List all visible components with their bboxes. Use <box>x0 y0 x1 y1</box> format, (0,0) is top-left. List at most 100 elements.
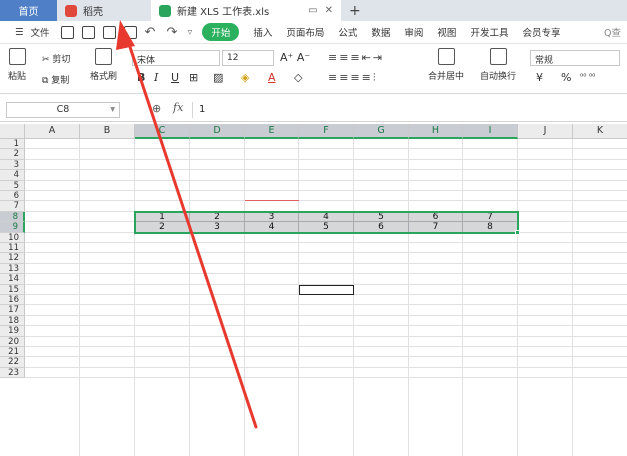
select-all-corner[interactable] <box>0 124 25 139</box>
row-header-19[interactable]: 19 <box>0 326 25 337</box>
row-header-18[interactable]: 18 <box>0 315 25 327</box>
column-header-a[interactable]: A <box>25 124 80 139</box>
formula-input[interactable]: 1 <box>192 102 622 118</box>
row-header-3[interactable]: 3 <box>0 159 25 171</box>
row-header-4[interactable]: 4 <box>0 170 25 181</box>
spreadsheet-grid[interactable]: A B C D E F G H I J K 1 2 3 4 5 6 7 8 9 10 11 12 13 14 15 16 17 18 19… <box>0 124 627 456</box>
export-pdf-icon[interactable] <box>81 25 95 39</box>
menu-member[interactable]: 会员专享 <box>515 25 567 39</box>
row-header-6[interactable]: 6 <box>0 191 25 202</box>
grid-vline <box>408 139 409 456</box>
add-tab-button[interactable]: + <box>341 0 369 21</box>
row-header-9[interactable]: 9 <box>0 222 25 233</box>
format-painter-button[interactable]: 格式刷 <box>90 48 117 82</box>
undo-icon[interactable]: ↶ <box>145 26 159 39</box>
menu-start[interactable]: 开始 <box>202 23 240 41</box>
print-preview-icon[interactable] <box>123 25 137 39</box>
column-header-g[interactable]: G <box>354 124 409 139</box>
currency-button[interactable]: ¥ <box>536 71 543 84</box>
vertical-align-group[interactable]: ≡≡≡⇤⇥ <box>328 51 384 64</box>
horizontal-align-group[interactable]: ≡≡≡≡⫶ <box>328 71 378 85</box>
border-icon[interactable]: ⊞ <box>189 71 198 84</box>
name-box-dropdown-icon[interactable]: ▾ <box>110 103 115 117</box>
grid-hline <box>25 356 627 358</box>
add-tab-icon: + <box>349 2 361 19</box>
tab-home[interactable]: 首页 <box>0 0 57 21</box>
clear-format-icon[interactable]: ◇ <box>294 71 302 84</box>
menu-data[interactable]: 数据 <box>364 25 397 39</box>
italic-icon[interactable]: I <box>154 71 158 84</box>
font-size-select[interactable]: 12 <box>222 50 274 66</box>
row-header-16[interactable]: 16 <box>0 295 25 306</box>
menu-insert[interactable]: 插入 <box>246 25 279 39</box>
daoke-logo-icon <box>65 4 77 17</box>
font-name-value: 宋体 <box>137 56 156 66</box>
row-header-22[interactable]: 22 <box>0 357 25 368</box>
tab-document[interactable]: 新建 XLS 工作表.xls ▭ ✕ <box>151 0 341 21</box>
menu-formulas[interactable]: 公式 <box>331 25 364 39</box>
number-format-select[interactable]: 常规 <box>530 50 620 66</box>
redo-icon[interactable]: ↷ <box>167 26 181 39</box>
cell-f15[interactable] <box>299 284 354 295</box>
page-break-mark <box>245 200 299 202</box>
row-header-10[interactable]: 10 <box>0 232 25 243</box>
grid-vline <box>517 139 518 456</box>
column-header-j[interactable]: J <box>518 124 573 139</box>
row-header-15[interactable]: 15 <box>0 284 25 295</box>
row-header-1[interactable]: 1 <box>0 139 25 150</box>
row-header-13[interactable]: 13 <box>0 263 25 275</box>
menu-view[interactable]: 视图 <box>430 25 463 39</box>
save-icon[interactable] <box>60 25 74 39</box>
row-header-5[interactable]: 5 <box>0 180 25 191</box>
percent-button[interactable]: % <box>561 71 571 84</box>
menu-file[interactable]: 文件 <box>31 25 57 39</box>
row-header-17[interactable]: 17 <box>0 305 25 316</box>
fill-pattern-icon[interactable]: ▨ <box>213 71 223 84</box>
search-button[interactable]: Q查 <box>604 25 627 39</box>
print-icon[interactable] <box>102 25 116 39</box>
column-header-e[interactable]: E <box>245 124 299 139</box>
menu-review[interactable]: 审阅 <box>397 25 430 39</box>
row-header-21[interactable]: 21 <box>0 347 25 358</box>
column-header-i[interactable]: I <box>463 124 518 139</box>
paste-button[interactable]: 粘贴 <box>8 48 26 82</box>
column-header-f[interactable]: F <box>299 124 354 139</box>
row-header-14[interactable]: 14 <box>0 274 25 285</box>
fill-color-icon[interactable]: ◈ <box>241 71 249 84</box>
cut-button[interactable]: ✂ 剪切 <box>42 52 70 65</box>
underline-icon[interactable]: U <box>171 71 179 84</box>
font-grow-shrink[interactable]: A⁺ A⁻ <box>280 51 310 64</box>
row-header-2[interactable]: 2 <box>0 149 25 160</box>
merge-center-button[interactable]: 合并居中 <box>428 48 464 82</box>
fill-handle[interactable] <box>515 229 520 235</box>
window-restore-icon[interactable]: ▭ <box>308 5 317 16</box>
zoom-formula-icon[interactable]: ⊕ <box>152 102 161 115</box>
font-name-select[interactable]: 宋体 <box>132 50 220 66</box>
row-header-7[interactable]: 7 <box>0 201 25 212</box>
column-header-c[interactable]: C <box>135 124 190 139</box>
column-header-b[interactable]: B <box>80 124 135 139</box>
grid-vline <box>298 139 299 456</box>
grid-vline <box>353 139 354 456</box>
menu-developer[interactable]: 开发工具 <box>463 25 515 39</box>
column-header-h[interactable]: H <box>409 124 463 139</box>
wrap-text-button[interactable]: 自动换行 <box>480 48 516 82</box>
column-header-k[interactable]: K <box>573 124 627 139</box>
row-header-20[interactable]: 20 <box>0 336 25 347</box>
row-header-11[interactable]: 11 <box>0 243 25 254</box>
tab-close-icon[interactable]: ✕ <box>325 5 333 16</box>
hamburger-icon[interactable]: ☰ <box>8 27 31 38</box>
menu-page-layout[interactable]: 页面布局 <box>279 25 331 39</box>
row-header-23[interactable]: 23 <box>0 367 25 379</box>
quick-access-dropdown-icon[interactable]: ▿ <box>185 27 196 38</box>
name-box[interactable]: C8 ▾ <box>6 102 120 118</box>
decimal-buttons[interactable]: ⁰⁰ ⁰⁰ <box>580 72 595 81</box>
row-header-8[interactable]: 8 <box>0 211 25 223</box>
font-color-icon[interactable]: A <box>268 71 276 84</box>
column-header-d[interactable]: D <box>190 124 245 139</box>
tab-daoke[interactable]: 稻壳 <box>57 0 151 21</box>
row-header-12[interactable]: 12 <box>0 253 25 264</box>
bold-icon[interactable]: B <box>137 71 145 84</box>
copy-button[interactable]: ⧉ 复制 <box>42 73 69 86</box>
fx-icon[interactable]: fx <box>173 101 183 114</box>
